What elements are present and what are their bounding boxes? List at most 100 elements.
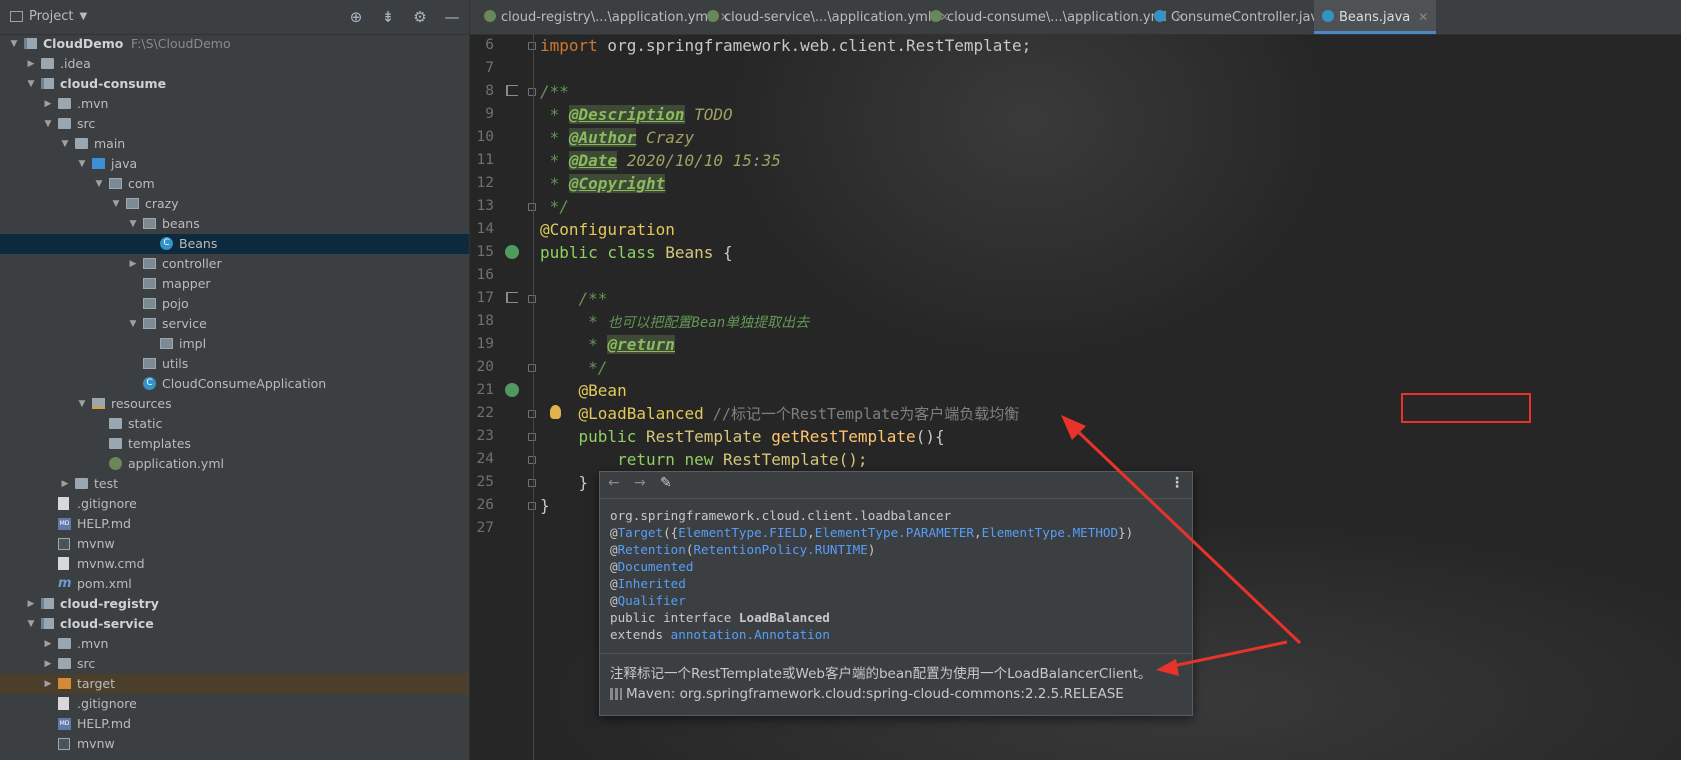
tree-item[interactable]: ▶ target — [0, 674, 469, 694]
editor-tab[interactable]: cloud-registry\...\application.yml ✕ — [476, 0, 730, 34]
editor-tab[interactable]: cloud-service\...\application.yml ✕ — [699, 0, 950, 34]
tree-item[interactable]: mvnw.cmd — [0, 554, 469, 574]
doc-link-target[interactable]: Target — [618, 525, 664, 540]
fold-marker-icon[interactable] — [528, 410, 536, 418]
fold-marker-icon[interactable] — [528, 88, 536, 96]
spring-bean-icon[interactable] — [505, 383, 519, 397]
tree-item[interactable]: ▼ src — [0, 114, 469, 134]
chevron-right-icon[interactable]: ▶ — [42, 654, 54, 674]
doc-render-icon[interactable] — [506, 85, 518, 96]
chevron-down-icon[interactable]: ▼ — [25, 74, 37, 94]
tree-item[interactable]: ▶ .idea — [0, 54, 469, 74]
tree-item[interactable]: mvnw — [0, 534, 469, 554]
chevron-right-icon[interactable]: ▶ — [42, 674, 54, 694]
tree-item[interactable]: C CloudConsumeApplication — [0, 374, 469, 394]
chevron-down-icon[interactable]: ▼ — [127, 214, 139, 234]
spring-bean-icon[interactable] — [505, 245, 519, 259]
chevron-down-icon[interactable]: ▼ — [93, 174, 105, 194]
fold-marker-icon[interactable] — [528, 203, 536, 211]
tree-item[interactable]: ▼ com — [0, 174, 469, 194]
tree-item[interactable]: ▼ cloud-consume — [0, 74, 469, 94]
tree-item[interactable]: .gitignore — [0, 494, 469, 514]
collapse-icon[interactable]: ⇟ — [379, 8, 397, 26]
tree-item[interactable]: application.yml — [0, 454, 469, 474]
fold-marker-icon[interactable] — [528, 295, 536, 303]
doc-link-retention[interactable]: Retention — [618, 542, 686, 557]
tree-item[interactable]: ▼ service — [0, 314, 469, 334]
tree-item[interactable]: ▼ resources — [0, 394, 469, 414]
chevron-right-icon[interactable]: ▶ — [42, 94, 54, 114]
doc-link-qualifier[interactable]: Qualifier — [618, 593, 686, 608]
project-view-selector[interactable]: Project ▼ — [10, 9, 87, 24]
tree-item[interactable]: static — [0, 414, 469, 434]
target-icon[interactable]: ⊕ — [347, 8, 365, 26]
chevron-down-icon[interactable]: ▼ — [110, 194, 122, 214]
tree-item[interactable]: impl — [0, 334, 469, 354]
tree-item[interactable]: mvnw — [0, 734, 469, 754]
back-arrow-icon[interactable]: ← — [608, 475, 620, 491]
doc-link-field[interactable]: ElementType.FIELD — [678, 525, 807, 540]
tree-item[interactable]: ▶ controller — [0, 254, 469, 274]
tree-item[interactable]: utils — [0, 354, 469, 374]
doc-link-runtime[interactable]: RetentionPolicy.RUNTIME — [693, 542, 867, 557]
tree-item[interactable]: ▼ beans — [0, 214, 469, 234]
doc-link-annotation[interactable]: annotation.Annotation — [671, 627, 830, 642]
tree-item[interactable]: mapper — [0, 274, 469, 294]
tree-item[interactable]: .gitignore — [0, 694, 469, 714]
tree-item[interactable]: ▶ src — [0, 654, 469, 674]
fold-marker-icon[interactable] — [528, 433, 536, 441]
tree-item[interactable]: pojo — [0, 294, 469, 314]
fold-marker-icon[interactable] — [528, 42, 536, 50]
chevron-down-icon[interactable]: ▼ — [8, 34, 20, 54]
gear-icon[interactable]: ⚙ — [411, 8, 429, 26]
tree-item[interactable]: templates — [0, 434, 469, 454]
chevron-right-icon[interactable]: ▶ — [25, 54, 37, 74]
fold-marker-icon[interactable] — [528, 502, 536, 510]
line-number: 15 — [476, 244, 494, 260]
tree-item[interactable]: MD HELP.md — [0, 714, 469, 734]
tree-item[interactable]: m pom.xml — [0, 574, 469, 594]
chevron-down-icon[interactable]: ▼ — [25, 614, 37, 634]
fold-marker-icon[interactable] — [528, 479, 536, 487]
chevron-down-icon[interactable]: ▼ — [76, 394, 88, 414]
doc-link-inherited[interactable]: Inherited — [618, 576, 686, 591]
forward-arrow-icon[interactable]: → — [634, 475, 646, 491]
doc-render-icon[interactable] — [506, 292, 518, 303]
fold-marker-icon[interactable] — [528, 364, 536, 372]
tree-item[interactable]: ▼ cloud-service — [0, 614, 469, 634]
fold-marker-icon[interactable] — [528, 456, 536, 464]
more-menu-icon[interactable]: ⋮ — [1170, 475, 1184, 491]
tree-item[interactable]: ▶ .mvn — [0, 94, 469, 114]
doc-target-line: @Target({ElementType.FIELD,ElementType.P… — [610, 525, 1134, 540]
tree-item[interactable]: ▼ java — [0, 154, 469, 174]
tree-item[interactable]: MD HELP.md — [0, 514, 469, 534]
doc-link-documented[interactable]: Documented — [618, 559, 694, 574]
tree-item[interactable]: ▶ test — [0, 474, 469, 494]
chevron-down-icon[interactable]: ▼ — [59, 134, 71, 154]
tree-item-label: src — [77, 116, 96, 131]
minimize-icon[interactable]: — — [443, 8, 461, 26]
editor-tab[interactable]: Beans.java ✕ — [1314, 0, 1437, 34]
tree-item[interactable]: ▼ main — [0, 134, 469, 154]
chevron-right-icon[interactable]: ▶ — [42, 634, 54, 654]
close-icon[interactable]: ✕ — [1418, 10, 1428, 24]
edit-source-icon[interactable]: ✎ — [660, 475, 672, 491]
chevron-right-icon[interactable]: ▶ — [127, 254, 139, 274]
tree-item[interactable]: ▶ .mvn — [0, 634, 469, 654]
editor-tab-label: cloud-consume\...\application.yml — [947, 10, 1167, 25]
tree-item[interactable]: C Beans — [0, 234, 469, 254]
tree-item[interactable]: ▶ cloud-registry — [0, 594, 469, 614]
chevron-right-icon[interactable]: ▶ — [59, 474, 71, 494]
tree-item-label: main — [94, 136, 126, 151]
tree-item[interactable]: ▼ crazy — [0, 194, 469, 214]
doc-link-parameter[interactable]: ElementType.PARAMETER — [815, 525, 974, 540]
chevron-down-icon[interactable]: ▼ — [127, 314, 139, 334]
chevron-down-icon[interactable]: ▼ — [76, 154, 88, 174]
tree-item[interactable]: ▼ CloudDemo F:\S\CloudDemo — [0, 34, 469, 54]
project-panel-header: Project ▼ ⊕ ⇟ ⚙ — — [0, 0, 469, 35]
package-icon — [143, 218, 156, 229]
chevron-down-icon[interactable]: ▼ — [42, 114, 54, 134]
chevron-right-icon[interactable]: ▶ — [25, 594, 37, 614]
doc-link-method[interactable]: ElementType.METHOD — [982, 525, 1118, 540]
tree-item-label: utils — [162, 356, 189, 371]
